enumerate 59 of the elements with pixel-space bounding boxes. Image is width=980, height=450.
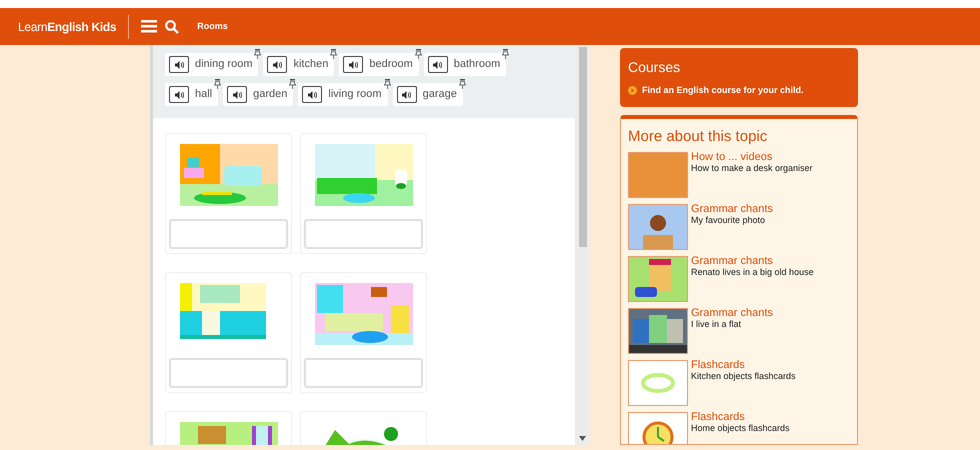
word-label: bathroom xyxy=(454,57,500,72)
drag-pin-icon xyxy=(414,49,422,59)
drag-pin-icon xyxy=(214,79,222,89)
topic-description: Renato lives in a big old house xyxy=(691,266,814,278)
thumbnail-drawing[interactable] xyxy=(628,360,688,406)
word-label: hall xyxy=(195,87,212,102)
drag-pin-icon xyxy=(289,79,296,89)
topic-link[interactable]: Grammar chants xyxy=(691,204,773,214)
topic-heading: More about this topic xyxy=(628,127,768,147)
play-sound-button[interactable] xyxy=(169,56,189,73)
speaker-icon xyxy=(174,90,184,98)
topic-link[interactable]: How to ... videos xyxy=(691,152,813,162)
speaker-icon xyxy=(272,60,282,68)
topic-link[interactable]: Flashcards xyxy=(691,412,790,422)
site-logo[interactable]: LearnEnglish Kids xyxy=(18,18,116,36)
breadcrumb[interactable]: Rooms xyxy=(197,20,228,34)
word-label: living room xyxy=(328,87,382,102)
thumbnail-drawing[interactable] xyxy=(628,308,688,354)
word-label: kitchen xyxy=(293,57,328,72)
topic-description: Kitchen objects flashcards xyxy=(691,370,796,382)
word-label: garage xyxy=(422,87,457,102)
speaker-icon xyxy=(232,90,242,98)
scroll-down-arrow[interactable] xyxy=(579,436,586,441)
thumbnail-drawing[interactable] xyxy=(628,256,688,302)
play-sound-button[interactable] xyxy=(396,86,417,103)
topic-link[interactable]: Grammar chants xyxy=(691,308,773,318)
courses-link[interactable]: Find an English course for your child. xyxy=(642,84,804,98)
play-sound-button[interactable] xyxy=(267,56,288,73)
topic-description: How to make a desk organiser xyxy=(691,162,813,174)
play-sound-button[interactable] xyxy=(169,86,189,103)
thumbnail-drawing[interactable] xyxy=(628,204,688,250)
drag-pin-icon xyxy=(254,49,262,59)
word-label: dining room xyxy=(195,57,252,72)
drag-pin-icon xyxy=(502,49,510,59)
drag-pin-icon xyxy=(330,49,338,59)
drag-pin-icon xyxy=(384,79,391,89)
speaker-icon xyxy=(433,60,442,68)
drag-pin-icon xyxy=(458,79,466,89)
speaker-icon xyxy=(348,60,358,68)
word-label: garden xyxy=(253,87,288,102)
speaker-icon xyxy=(174,60,184,68)
word-label: bedroom xyxy=(369,57,413,72)
speaker-icon xyxy=(308,90,317,98)
play-sound-button[interactable] xyxy=(227,86,248,103)
topic-link[interactable]: Flashcards xyxy=(691,360,796,370)
courses-heading: Courses xyxy=(628,58,682,77)
play-sound-button[interactable] xyxy=(343,56,364,73)
topic-description: I live in a flat xyxy=(691,318,742,330)
play-icon xyxy=(628,86,637,96)
speaker-icon xyxy=(402,90,412,98)
menu-icon[interactable] xyxy=(141,20,158,33)
play-sound-button[interactable] xyxy=(302,86,322,103)
play-sound-button[interactable] xyxy=(428,56,448,73)
thumbnail-drawing[interactable] xyxy=(628,412,688,444)
scrollbar-thumb[interactable] xyxy=(578,47,586,247)
search-icon[interactable] xyxy=(165,20,180,34)
topic-description: Home objects flashcards xyxy=(691,422,790,434)
topic-link[interactable]: Grammar chants xyxy=(691,256,814,266)
topic-description: My favourite photo xyxy=(691,214,766,226)
